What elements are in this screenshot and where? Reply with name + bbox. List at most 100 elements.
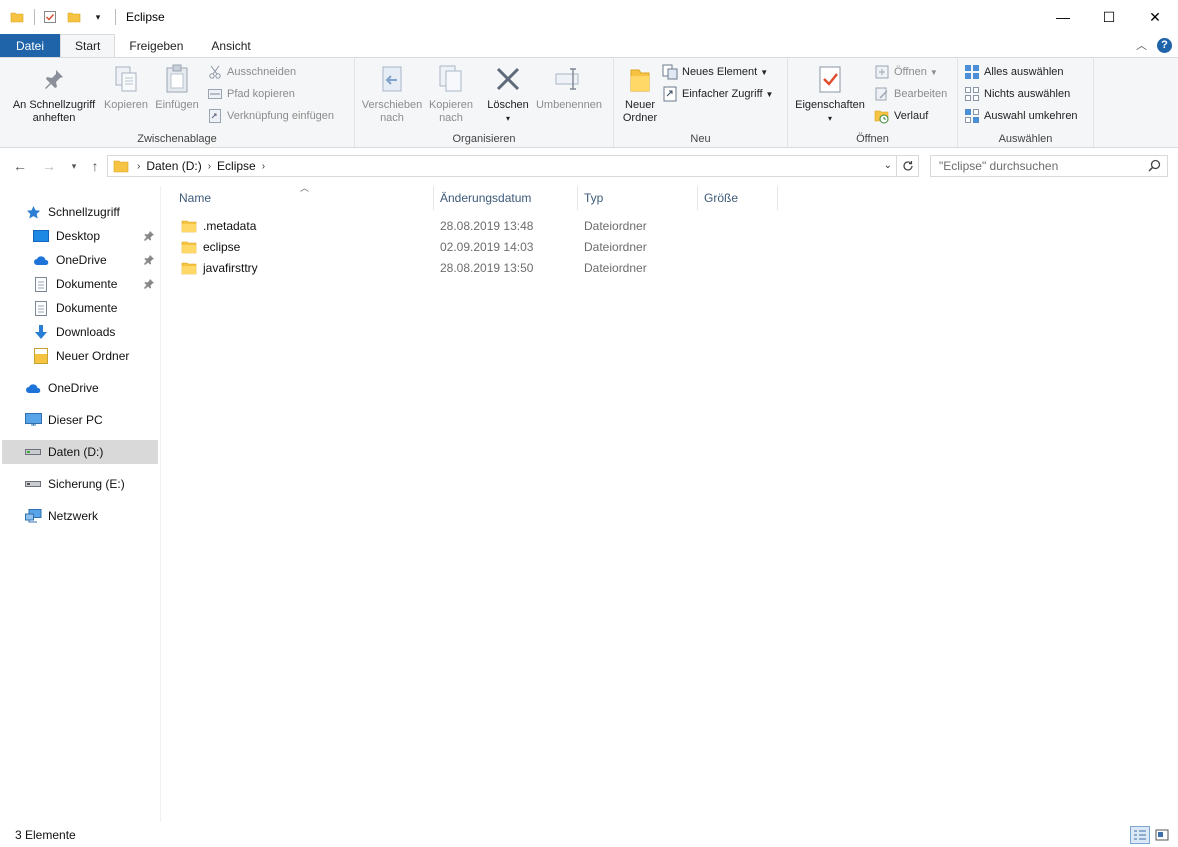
address-dropdown-icon[interactable]: ⌄ <box>884 160 892 171</box>
customize-qat-icon[interactable]: ▾ <box>89 8 107 26</box>
column-header-label: Typ <box>584 191 604 205</box>
delete-label: Löschen <box>487 99 529 111</box>
nav-drive-d[interactable]: Daten (D:) <box>2 440 158 464</box>
nav-downloads[interactable]: Downloads <box>32 320 158 344</box>
nav-network[interactable]: Netzwerk <box>24 504 158 528</box>
nav-onedrive[interactable]: OneDrive <box>24 376 158 400</box>
select-none-button[interactable]: Nichts auswählen <box>964 84 1070 104</box>
tab-start[interactable]: Start <box>60 34 116 57</box>
nav-neuer-ordner[interactable]: Neuer Ordner <box>32 344 158 368</box>
history-button[interactable]: Verlauf <box>874 106 928 126</box>
pin-icon[interactable] <box>144 278 154 292</box>
recent-locations-icon[interactable]: ▾ <box>65 156 83 176</box>
collapse-ribbon-icon[interactable]: ︿ <box>1136 37 1147 53</box>
scissors-icon <box>207 64 223 80</box>
table-row[interactable]: javafirsttry 28.08.2019 13:50 Dateiordne… <box>176 257 796 278</box>
open-label: Öffnen <box>894 66 927 78</box>
history-label: Verlauf <box>894 110 929 122</box>
group-label-oeffnen: Öffnen <box>856 133 889 145</box>
new-folder-label: Neuer Ordner <box>622 99 658 124</box>
nav-dokumente-2[interactable]: Dokumente <box>32 296 158 320</box>
maximize-button[interactable]: ☐ <box>1086 0 1132 34</box>
nav-label: Schnellzugriff <box>48 205 120 219</box>
tab-datei[interactable]: Datei <box>0 34 61 57</box>
qat-separator <box>115 9 116 25</box>
rename-button[interactable]: Umbenennen <box>533 62 605 112</box>
breadcrumb-chevron-icon[interactable]: › <box>208 161 211 172</box>
drive-icon <box>24 444 42 460</box>
details-view-icon[interactable] <box>1130 826 1150 844</box>
cut-button[interactable]: Ausschneiden <box>207 62 296 82</box>
easy-access-label: Einfacher Zugriff <box>682 88 763 100</box>
large-icons-view-icon[interactable] <box>1152 826 1172 844</box>
forward-arrow-icon[interactable]: → <box>40 156 58 176</box>
folder-icon <box>113 159 129 173</box>
open-button[interactable]: Öffnen ▼ <box>874 62 938 82</box>
file-type: Dateiordner <box>584 260 647 275</box>
paste-shortcut-button[interactable]: Verknüpfung einfügen <box>207 106 334 126</box>
new-item-icon <box>662 64 678 80</box>
folder-icon <box>181 262 197 274</box>
copy-button[interactable]: Kopieren <box>101 62 151 112</box>
refresh-icon[interactable] <box>897 155 919 177</box>
new-folder-icon[interactable] <box>65 8 83 26</box>
column-header-size[interactable]: Größe <box>698 186 778 210</box>
new-folder-button[interactable]: Neuer Ordner <box>618 62 662 125</box>
breadcrumb-chevron-icon[interactable]: › <box>262 161 265 172</box>
easy-access-button[interactable]: Einfacher Zugriff ▼ <box>662 84 773 104</box>
up-arrow-icon[interactable]: ↑ <box>86 156 104 176</box>
tab-ansicht[interactable]: Ansicht <box>197 34 264 57</box>
search-icon[interactable] <box>1148 159 1161 175</box>
copy-path-button[interactable]: Pfad kopieren <box>207 84 295 104</box>
back-arrow-icon[interactable]: ← <box>11 156 29 176</box>
pin-icon[interactable] <box>144 254 154 268</box>
nav-this-pc[interactable]: Dieser PC <box>24 408 158 432</box>
file-name: .metadata <box>203 218 257 233</box>
nav-onedrive-quick[interactable]: OneDrive <box>32 248 158 272</box>
network-icon <box>24 508 42 524</box>
column-header-name[interactable]: Name <box>173 186 434 210</box>
copy-icon <box>109 62 143 96</box>
pin-quick-access-button[interactable]: An Schnellzugriff anheften <box>6 62 102 125</box>
paste-button[interactable]: Einfügen <box>152 62 202 112</box>
table-row[interactable]: eclipse 02.09.2019 14:03 Dateiordner <box>176 236 796 257</box>
ribbon-tabs-right: ︿ ? <box>1136 37 1172 53</box>
nav-desktop[interactable]: Desktop <box>32 224 158 248</box>
move-to-label: Verschieben nach <box>361 99 423 124</box>
nav-quick-access[interactable]: Schnellzugriff <box>24 200 158 224</box>
search-input[interactable] <box>939 159 1139 173</box>
minimize-button[interactable]: — <box>1040 0 1086 34</box>
move-to-button[interactable]: Verschieben nach <box>359 62 425 125</box>
qat-separator <box>34 9 35 25</box>
breadcrumb-eclipse[interactable]: Eclipse <box>217 159 256 173</box>
properties-icon[interactable] <box>41 8 59 26</box>
edit-button[interactable]: Bearbeiten <box>874 84 947 104</box>
properties-button[interactable]: Eigenschaften ▾ <box>792 62 868 125</box>
column-header-label: Name <box>179 191 212 205</box>
delete-button[interactable]: Löschen ▾ <box>483 62 533 125</box>
column-header-date[interactable]: Änderungsdatum <box>434 186 578 210</box>
invert-selection-button[interactable]: Auswahl umkehren <box>964 106 1078 126</box>
folder-icon <box>8 8 26 26</box>
folder-icon <box>32 348 50 364</box>
table-row[interactable]: .metadata 28.08.2019 13:48 Dateiordner <box>176 215 796 236</box>
column-header-type[interactable]: Typ <box>578 186 698 210</box>
pin-icon[interactable] <box>144 230 154 244</box>
properties-dropdown-icon[interactable]: ▾ <box>828 112 832 125</box>
item-count: 3 Elemente <box>15 827 76 842</box>
breadcrumb-daten-d[interactable]: Daten (D:) <box>146 159 201 173</box>
select-all-button[interactable]: Alles auswählen <box>964 62 1064 82</box>
breadcrumb-chevron-icon[interactable]: › <box>137 161 140 172</box>
nav-drive-e[interactable]: Sicherung (E:) <box>24 472 158 496</box>
new-item-button[interactable]: Neues Element ▼ <box>662 62 768 82</box>
nav-dokumente-1[interactable]: Dokumente <box>32 272 158 296</box>
search-box[interactable] <box>930 155 1168 177</box>
select-none-label: Nichts auswählen <box>984 88 1071 100</box>
address-bar[interactable]: › Daten (D:) › Eclipse › ⌄ <box>107 155 897 177</box>
clipboard-icon <box>160 62 194 96</box>
delete-dropdown-icon[interactable]: ▾ <box>506 112 510 125</box>
close-button[interactable]: ✕ <box>1132 0 1178 34</box>
help-icon[interactable]: ? <box>1157 37 1172 53</box>
tab-freigeben[interactable]: Freigeben <box>115 34 197 57</box>
copy-to-button[interactable]: Kopieren nach <box>425 62 477 125</box>
